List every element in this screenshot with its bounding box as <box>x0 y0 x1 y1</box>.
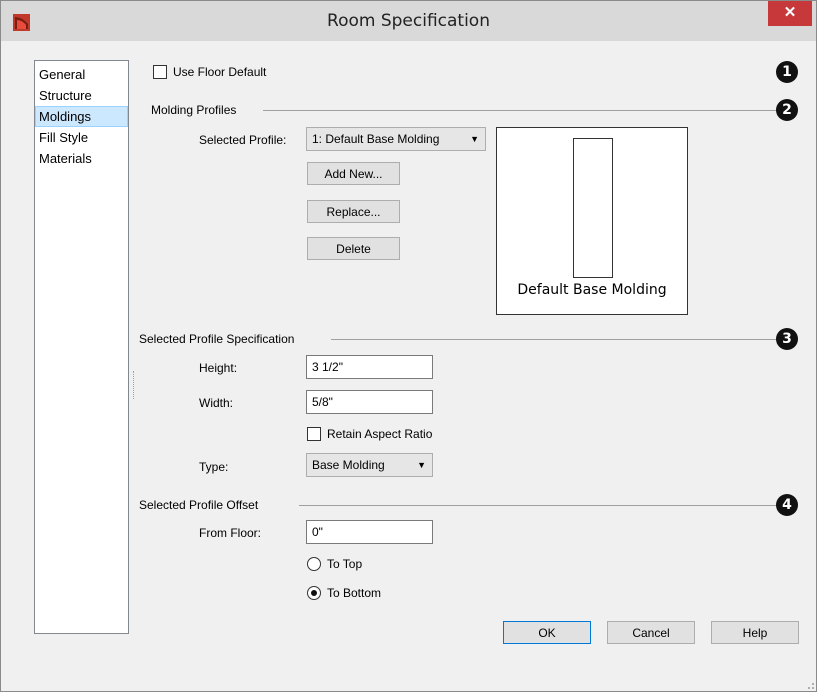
type-dropdown[interactable]: Base Molding ▼ <box>306 453 433 477</box>
window-title: Room Specification <box>327 11 490 31</box>
callout-badge-2: 2 <box>776 99 798 121</box>
use-floor-default-label: Use Floor Default <box>173 65 267 79</box>
callout-badge-3: 3 <box>776 328 798 350</box>
selected-profile-value: 1: Default Base Molding <box>312 132 440 146</box>
height-label: Height: <box>199 361 238 375</box>
type-value: Base Molding <box>312 458 385 472</box>
nav-item-moldings[interactable]: Moldings <box>35 106 128 127</box>
radio-selected-dot <box>311 590 317 596</box>
selected-profile-dropdown[interactable]: 1: Default Base Molding ▼ <box>306 127 486 151</box>
profile-offset-group-title: Selected Profile Offset <box>139 498 259 512</box>
nav-item-fill-style[interactable]: Fill Style <box>35 127 128 148</box>
room-specification-dialog: Room Specification ✕ General Structure M… <box>0 0 817 692</box>
title-bar: Room Specification ✕ <box>1 1 816 41</box>
to-bottom-label: To Bottom <box>327 586 382 600</box>
callout-badge-1: 1 <box>776 61 798 83</box>
height-input[interactable]: 3 1/2" <box>306 355 433 379</box>
width-label: Width: <box>199 396 234 410</box>
close-button[interactable]: ✕ <box>768 1 812 26</box>
close-icon: ✕ <box>783 4 797 21</box>
delete-button[interactable]: Delete <box>307 237 400 260</box>
type-label: Type: <box>199 460 229 474</box>
group-divider <box>263 110 777 111</box>
cancel-button[interactable]: Cancel <box>607 621 695 644</box>
dropdown-arrow-icon: ▼ <box>417 460 426 470</box>
nav-item-structure[interactable]: Structure <box>35 85 128 106</box>
use-floor-default-checkbox[interactable] <box>153 65 167 79</box>
ok-button[interactable]: OK <box>503 621 591 644</box>
help-button[interactable]: Help <box>711 621 799 644</box>
to-top-radio[interactable] <box>307 557 321 571</box>
profile-preview: Default Base Molding <box>496 127 688 315</box>
preview-caption: Default Base Molding <box>517 282 667 298</box>
profile-spec-group-title: Selected Profile Specification <box>139 332 295 346</box>
category-list: General Structure Moldings Fill Style Ma… <box>34 60 129 634</box>
profile-shape <box>573 138 613 278</box>
from-floor-label: From Floor: <box>199 526 262 540</box>
molding-profiles-group-title: Molding Profiles <box>151 103 237 117</box>
dropdown-arrow-icon: ▼ <box>470 134 479 144</box>
width-input[interactable]: 5/8" <box>306 390 433 414</box>
retain-aspect-ratio-checkbox[interactable] <box>307 427 321 441</box>
to-top-label: To Top <box>327 557 363 571</box>
group-divider <box>299 505 777 506</box>
nav-item-general[interactable]: General <box>35 64 128 85</box>
replace-button[interactable]: Replace... <box>307 200 400 223</box>
dialog-body: General Structure Moldings Fill Style Ma… <box>9 41 808 683</box>
resize-grip-icon[interactable] <box>805 680 815 690</box>
to-bottom-radio[interactable] <box>307 586 321 600</box>
retain-aspect-ratio-label: Retain Aspect Ratio <box>327 427 433 441</box>
add-new-button[interactable]: Add New... <box>307 162 400 185</box>
nav-item-materials[interactable]: Materials <box>35 148 128 169</box>
group-divider <box>331 339 777 340</box>
from-floor-input[interactable]: 0" <box>306 520 433 544</box>
panel-splitter[interactable] <box>133 371 135 399</box>
selected-profile-label: Selected Profile: <box>199 133 287 147</box>
callout-badge-4: 4 <box>776 494 798 516</box>
